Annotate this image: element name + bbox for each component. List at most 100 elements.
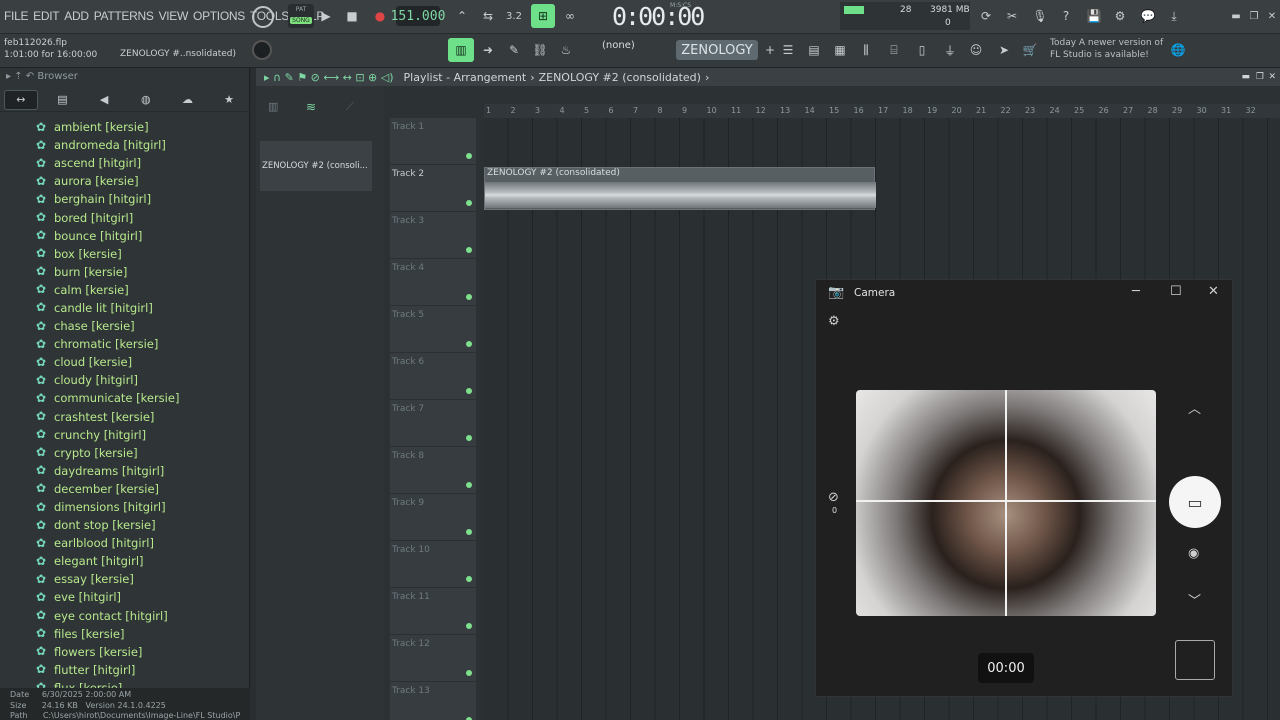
tab-globe-icon[interactable]: ◍ [129,90,163,110]
settings-gear-icon[interactable]: ⚙ [828,314,840,329]
menu-view[interactable]: VIEW [159,9,189,23]
mixer-icon[interactable]: ▦ [830,40,850,60]
track-header[interactable]: Track 2 [390,165,476,212]
browser-item[interactable]: ✿ crypto [kersie] [36,444,248,462]
piano-icon[interactable]: ▥ [268,100,278,113]
add-pattern-icon[interactable]: + [760,40,780,60]
browser-item[interactable]: ✿ cloudy [hitgirl] [36,371,248,389]
menu-options[interactable]: OPTIONS [193,9,245,23]
snap-selector[interactable]: (none) [602,40,635,51]
download-icon[interactable]: ⤓ [1164,6,1184,26]
browser-item[interactable]: ✿ aurora [kersie] [36,172,248,190]
track-header[interactable]: Track 11 [390,588,476,635]
browser-item[interactable]: ✿ bored [hitgirl] [36,208,248,226]
plug-icon[interactable]: ⏚ [940,40,960,60]
browser-item[interactable]: ✿ box [kersie] [36,245,248,263]
tab-star-icon[interactable]: ★ [212,90,246,110]
browser-item[interactable]: ✿ files [kersie] [36,625,248,643]
plugin-icon[interactable]: ⚙ [1110,6,1130,26]
automation-icon[interactable]: ⟋ [346,100,354,114]
playlist-minimize-icon[interactable]: ▬ [1241,72,1250,82]
browser-item[interactable]: ✿ december [kersie] [36,480,248,498]
playlist-tools-icon[interactable]: ▸ ∩ ✎ ⚑ ⊘ ⟷ ↔ ⊡ ⊕ ◁) [264,71,394,84]
browser-item[interactable]: ✿ andromeda [hitgirl] [36,136,248,154]
tab-all-icon[interactable]: ↔ [3,89,38,110]
globe-icon[interactable]: 🌐 [1168,40,1188,60]
track-header[interactable]: Track 13 [390,682,476,720]
browser-item[interactable]: ✿ flutter [hitgirl] [36,661,248,679]
piano-roll-icon[interactable]: ▥ [448,38,474,62]
browser-item[interactable]: ✿ chromatic [kersie] [36,335,248,353]
browser-item[interactable]: ✿ dimensions [hitgirl] [36,498,248,516]
countdown-icon[interactable]: 3.2 [504,6,524,26]
link-icon[interactable]: ⛓ [530,40,550,60]
restore-icon[interactable]: ❐ [1244,6,1264,26]
help-icon[interactable]: ? [1056,6,1076,26]
video-record-button[interactable]: ▭ [1169,476,1221,528]
browser-item[interactable]: ✿ crunchy [hitgirl] [36,426,248,444]
chevron-up-icon[interactable]: ︿ [1188,398,1201,417]
browser-item[interactable]: ✿ eye contact [hitgirl] [36,607,248,625]
track-mute-led[interactable] [466,247,472,253]
track-header[interactable]: Track 9 [390,494,476,541]
track-mute-led[interactable] [466,435,472,441]
metronome-icon[interactable]: ⌃ [452,6,472,26]
browser-item[interactable]: ✿ bounce [hitgirl] [36,227,248,245]
track-mute-led[interactable] [466,482,472,488]
browser-item[interactable]: ✿ daydreams [hitgirl] [36,462,248,480]
track-mute-led[interactable] [466,294,472,300]
browser-item[interactable]: ✿ ascend [hitgirl] [36,154,248,172]
photo-mode-icon[interactable]: ◉ [1188,546,1199,561]
playlist-icon[interactable]: ☰ [778,40,798,60]
track-mute-led[interactable] [466,153,472,159]
playlist-close-icon[interactable]: ✕ [1268,72,1276,82]
record-icon[interactable]: ● [370,6,390,26]
browser-item[interactable]: ✿ calm [kersie] [36,281,248,299]
track-mute-led[interactable] [466,200,472,206]
camera-maximize-icon[interactable]: ☐ [1170,284,1182,299]
timeline-ruler[interactable]: 1 2 3 4 5 6 7 8 9 10 11 12 13 14 15 16 17 18 19 20 21 22 23 24 2… [484,104,1280,118]
track-header[interactable]: Track 4 [390,259,476,306]
play-icon[interactable]: ▶ [316,6,336,26]
brightness-icon[interactable]: ⊘ [828,490,839,505]
track-mute-led[interactable] [466,388,472,394]
mic-icon[interactable]: 🎙 [1030,6,1050,26]
track-mute-led[interactable] [466,623,472,629]
browser-item[interactable]: ✿ ambient [kersie] [36,118,248,136]
master-volume-knob[interactable] [252,6,274,28]
step-edit-icon[interactable]: ⊞ [531,4,555,28]
gun-icon[interactable]: ➤ [994,40,1014,60]
track-header[interactable]: Track 8 [390,447,476,494]
chevron-down-icon[interactable]: ﹀ [1188,590,1201,609]
pattern-selector[interactable]: ZENOLOGY [676,40,758,60]
clip-source-item[interactable]: ZENOLOGY #2 (consoli... [260,141,372,191]
person-icon[interactable]: ☺ [966,40,986,60]
track-header[interactable]: Track 7 [390,400,476,447]
track-mute-led[interactable] [466,670,472,676]
loop-record-icon[interactable]: ∞ [560,6,580,26]
browser-item[interactable]: ✿ flowers [kersie] [36,643,248,661]
mixer-sliders-icon[interactable]: ⫼ [856,40,876,60]
track-mute-led[interactable] [466,529,472,535]
cut-icon[interactable]: ✂ [1002,6,1022,26]
browser-item[interactable]: ✿ burn [kersie] [36,263,248,281]
tab-speaker-icon[interactable]: ◀ [87,90,121,110]
browser-item[interactable]: ✿ candle lit [hitgirl] [36,299,248,317]
track-header[interactable]: Track 12 [390,635,476,682]
track-header[interactable]: Track 5 [390,306,476,353]
menu-patterns[interactable]: PATTERNS [94,9,154,23]
stamp-icon[interactable]: ♨ [556,40,576,60]
news-panel[interactable]: Today A newer version of FL Studio is av… [1050,37,1163,61]
camera-minimize-icon[interactable]: ─ [1132,284,1140,299]
wait-input-icon[interactable]: ⇆ [478,6,498,26]
track-header[interactable]: Track 1 [390,118,476,165]
track-header[interactable]: Track 6 [390,353,476,400]
browser-item[interactable]: ✿ chase [kersie] [36,317,248,335]
stop-icon[interactable]: ■ [342,6,362,26]
browser-item[interactable]: ✿ essay [kersie] [36,570,248,588]
browser-item[interactable]: ✿ communicate [kersie] [36,389,248,407]
track-mute-led[interactable] [466,576,472,582]
audio-icon[interactable]: ≋ [306,100,316,114]
close-icon[interactable]: ✕ [1262,6,1280,26]
playlist-restore-icon[interactable]: ❐ [1256,72,1264,82]
